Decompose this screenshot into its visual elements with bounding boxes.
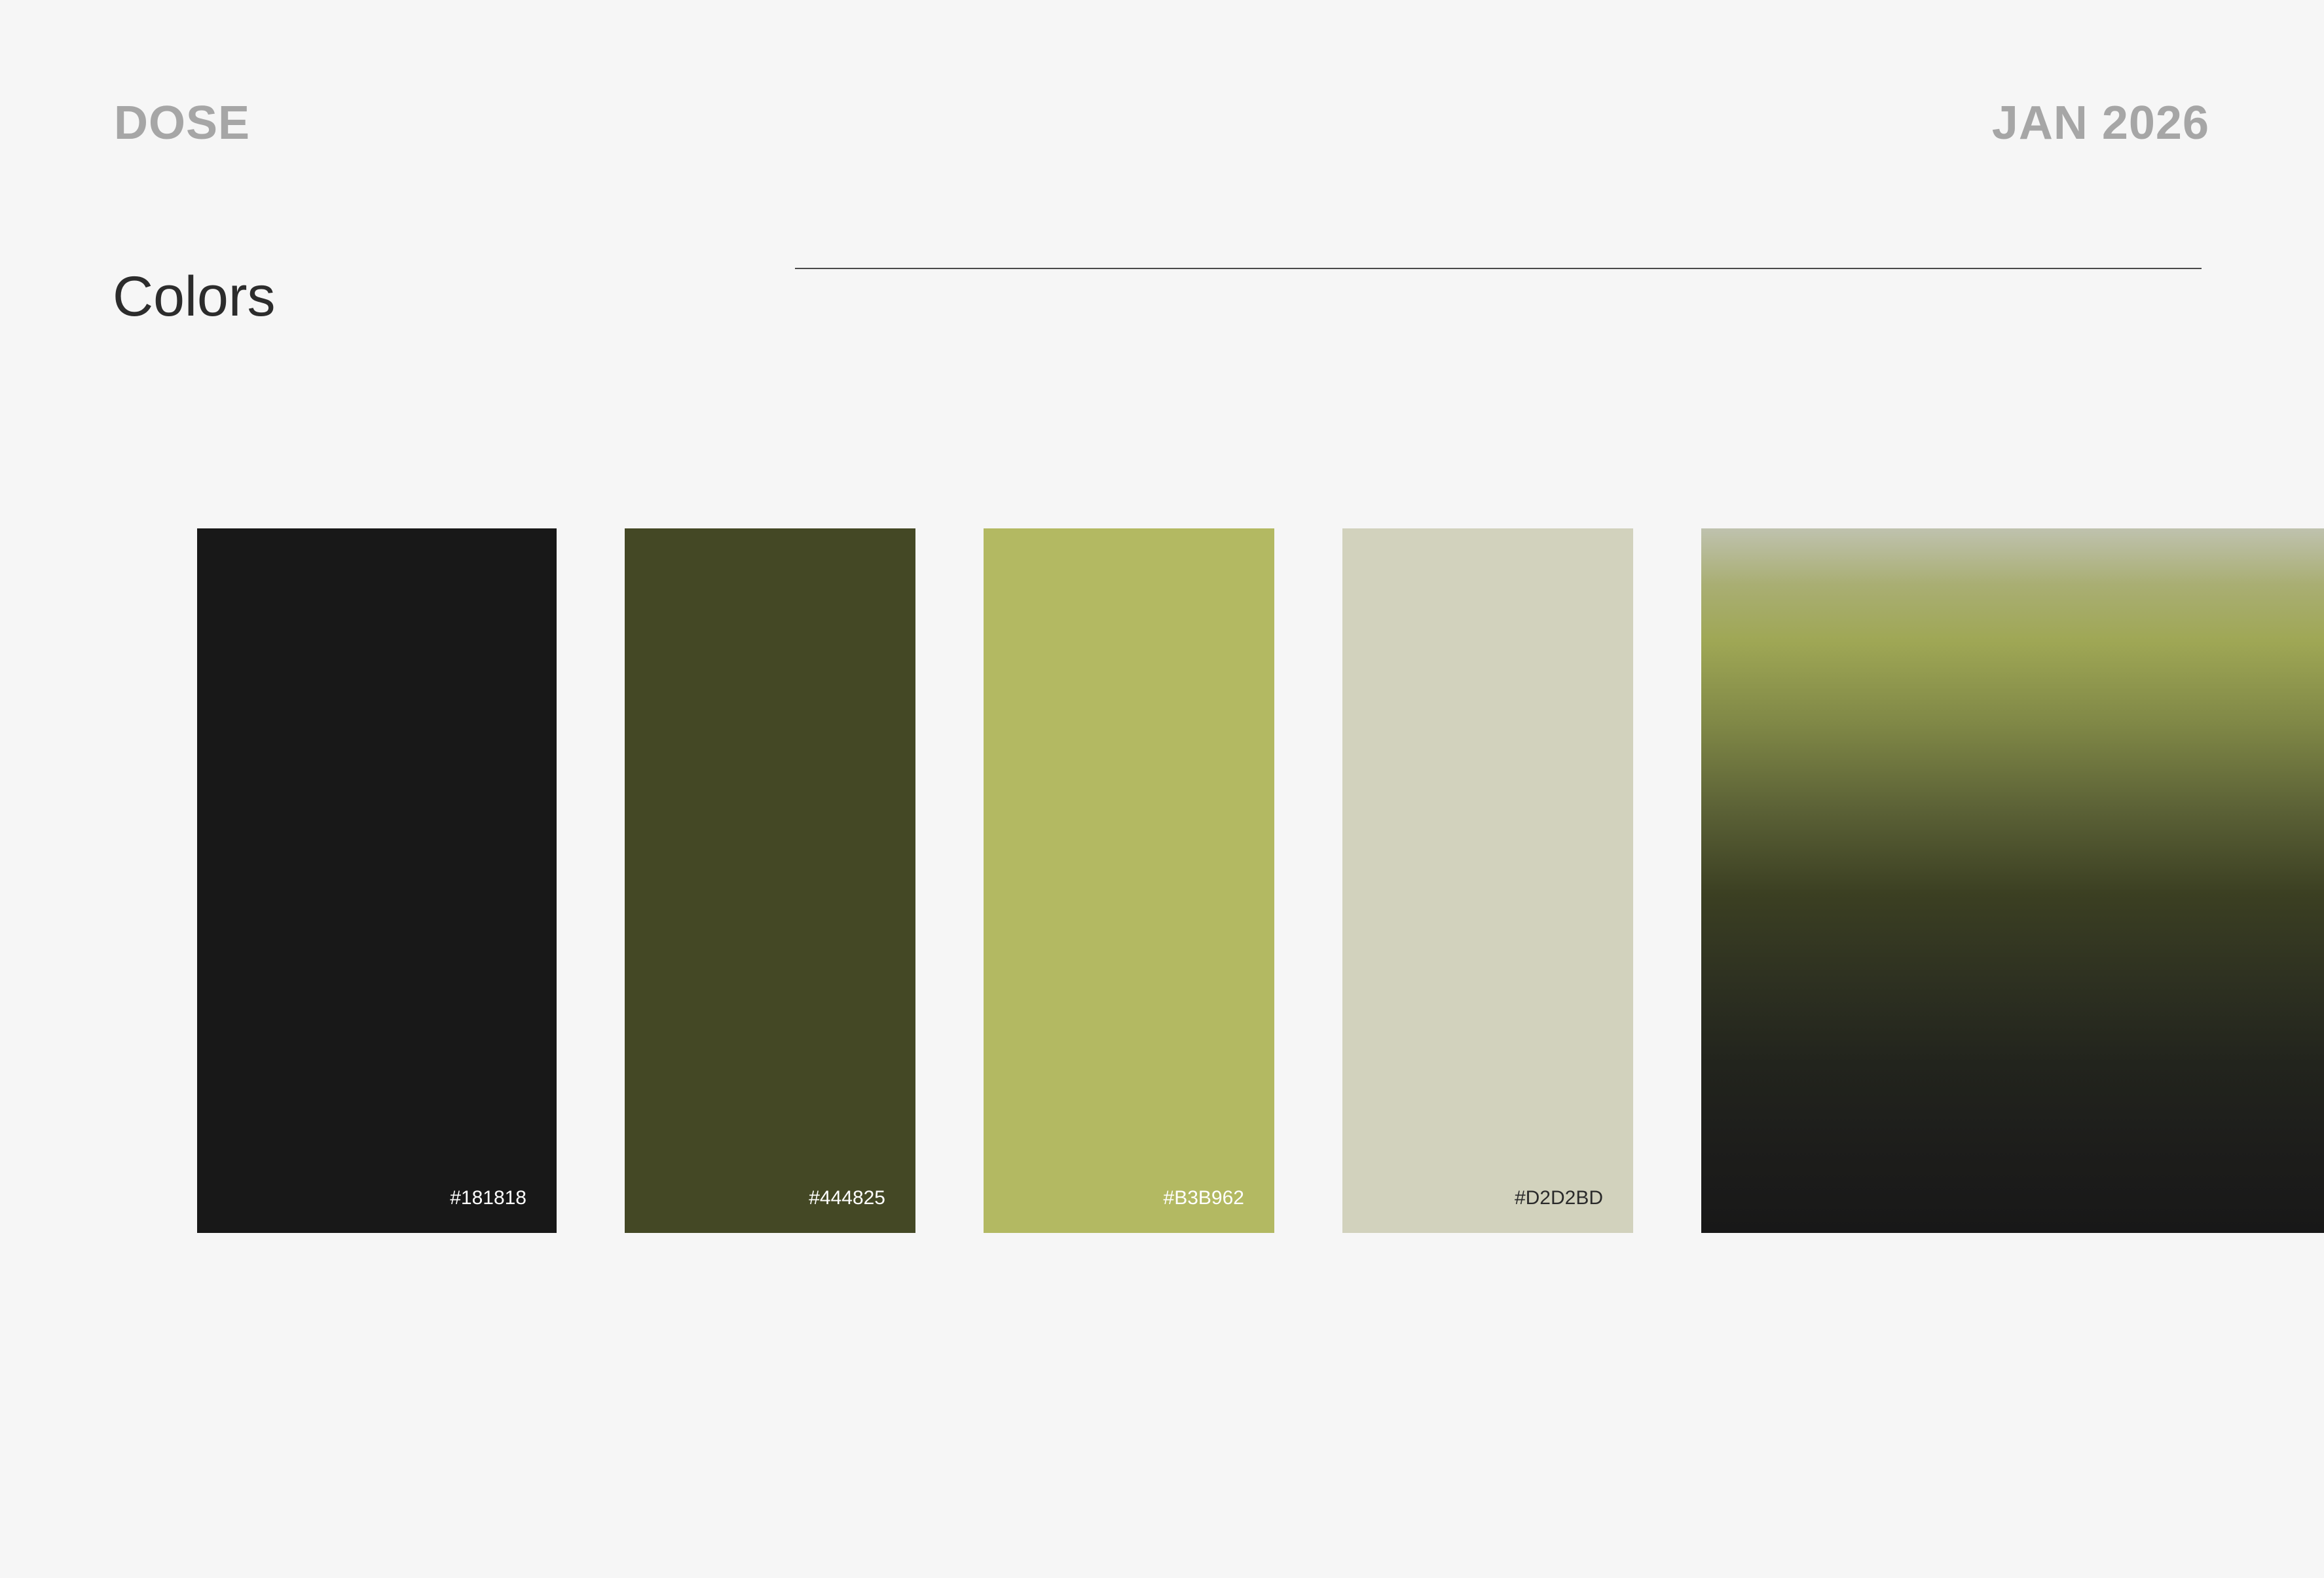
gradient-swatch (1701, 528, 2324, 1233)
color-swatches: #181818 #444825 #B3B962 #D2D2BD (197, 528, 2324, 1233)
brand-name: DOSE (114, 97, 251, 149)
color-swatch-4: #D2D2BD (1342, 528, 1633, 1233)
page-title: Colors (113, 265, 276, 328)
color-swatch-3: #B3B962 (984, 528, 1274, 1233)
color-swatch-1: #181818 (197, 528, 557, 1233)
header-date: JAN 2026 (1991, 97, 2209, 149)
swatch-code-1: #181818 (450, 1187, 526, 1209)
title-divider (795, 268, 2202, 269)
swatch-code-3: #B3B962 (1163, 1187, 1244, 1209)
swatch-code-4: #D2D2BD (1514, 1187, 1603, 1209)
color-swatch-2: #444825 (625, 528, 915, 1233)
swatch-code-2: #444825 (809, 1187, 885, 1209)
